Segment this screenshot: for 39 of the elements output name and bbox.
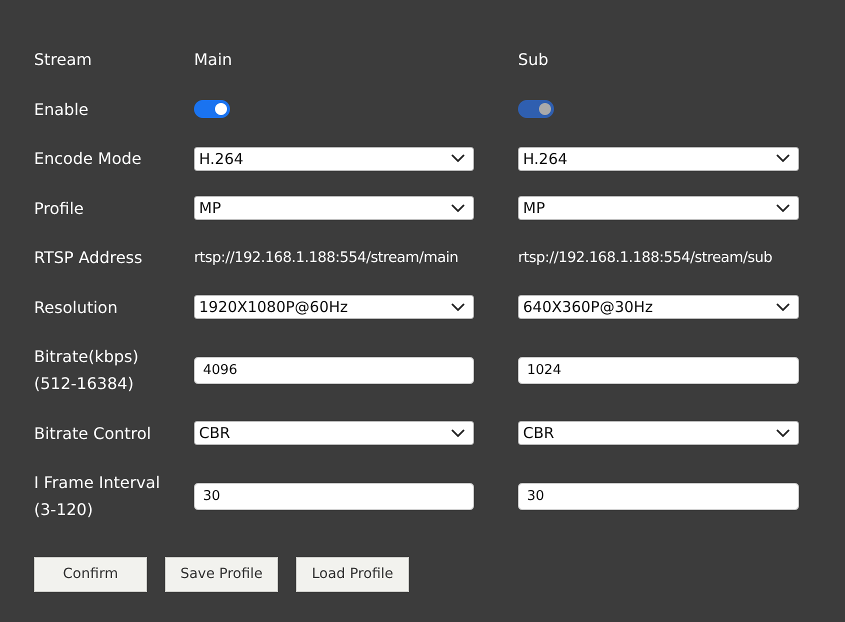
dropdown-select[interactable]: 1920X1080P@60Hz <box>194 295 474 320</box>
chevron-down-icon <box>776 204 790 213</box>
chevron-down-icon <box>451 428 465 438</box>
dropdown-select[interactable]: CBR <box>518 421 799 446</box>
chevron-down-icon <box>451 204 465 213</box>
input-field[interactable]: 1024 <box>518 356 799 384</box>
column-heading: Sub <box>518 50 550 70</box>
field-label: Bitrate(kbps) <box>34 346 140 368</box>
field-label: Bitrate Control <box>34 422 152 445</box>
range-hint: (512-16384) <box>34 373 135 396</box>
field-label: I Frame Interval <box>34 472 162 494</box>
dropdown-select[interactable]: CBR <box>194 421 474 446</box>
field-label: Profile <box>34 198 85 220</box>
action-button[interactable]: Save Profile <box>165 556 278 592</box>
chevron-down-icon <box>776 154 790 164</box>
field-label: Stream <box>34 49 93 72</box>
input-field[interactable]: 30 <box>518 482 799 510</box>
column-heading: Main <box>194 50 234 70</box>
rtsp-address: rtsp://192.168.1.188:554/stream/main <box>194 250 458 266</box>
input-field[interactable]: 30 <box>194 482 474 510</box>
chevron-down-icon <box>776 302 790 312</box>
dropdown-select[interactable]: MP <box>194 196 474 220</box>
dropdown-select[interactable]: H.264 <box>518 146 799 171</box>
action-button[interactable]: Load Profile <box>296 556 409 592</box>
dropdown-select[interactable]: MP <box>518 196 799 220</box>
range-hint: (3-120) <box>34 499 94 522</box>
chevron-down-icon <box>451 154 465 164</box>
action-button[interactable]: Confirm <box>34 556 147 592</box>
field-label: Encode Mode <box>34 148 143 170</box>
dropdown-select[interactable]: H.264 <box>194 146 474 171</box>
chevron-down-icon <box>776 428 790 438</box>
chevron-down-icon <box>451 302 465 312</box>
dropdown-select[interactable]: 640X360P@30Hz <box>518 295 799 320</box>
field-label: Resolution <box>34 296 119 319</box>
enable-switch[interactable] <box>194 100 230 118</box>
field-label: RTSP Address <box>34 247 144 270</box>
field-label: Enable <box>34 98 90 121</box>
rtsp-address: rtsp://192.168.1.188:554/stream/sub <box>518 250 772 266</box>
input-field[interactable]: 4096 <box>194 356 474 384</box>
